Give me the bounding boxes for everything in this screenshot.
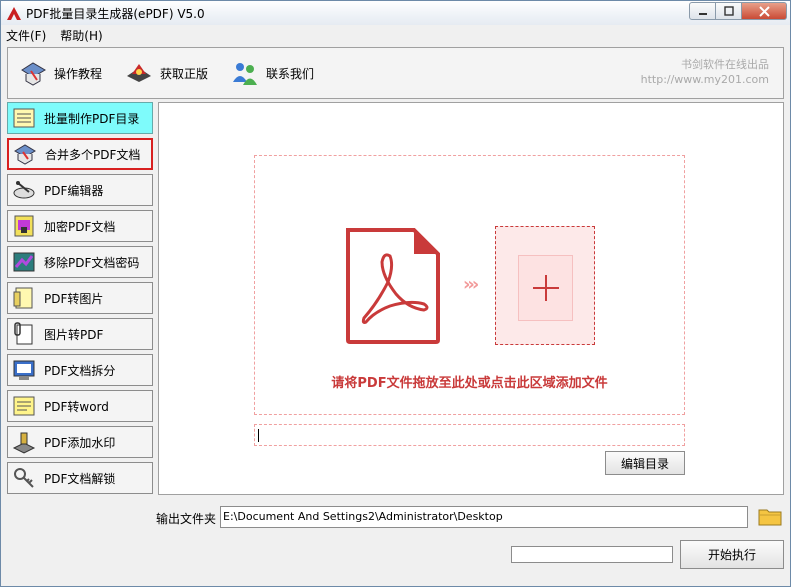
title-bar[interactable]: PDF批量目录生成器(ePDF) V5.0 xyxy=(1,1,790,25)
pdf-path-input[interactable] xyxy=(254,424,685,446)
minimize-icon xyxy=(698,13,707,15)
sidebar-item-label: 图片转PDF xyxy=(44,327,104,342)
pdf-to-word-icon xyxy=(13,396,35,416)
text-caret xyxy=(258,429,259,442)
minimize-button[interactable] xyxy=(689,2,716,20)
get-license-label: 获取正版 xyxy=(160,66,209,81)
image-to-pdf-icon xyxy=(14,322,33,345)
maximize-icon xyxy=(723,6,734,16)
sidebar-item-label: 合并多个PDF文档 xyxy=(45,147,141,162)
folder-icon[interactable] xyxy=(758,504,782,528)
plus-icon xyxy=(532,275,559,301)
add-file-tile[interactable] xyxy=(518,255,573,321)
get-license-button[interactable]: 获取正版 xyxy=(124,58,208,88)
output-folder-field[interactable]: E:\Document And Settings2\Administrator\… xyxy=(220,506,748,528)
sidebar-item-pdf-to-word[interactable]: PDF转word xyxy=(7,390,153,422)
notepad-icon xyxy=(13,108,35,128)
start-button[interactable]: 开始执行 xyxy=(680,540,784,569)
sidebar-item-add-watermark[interactable]: PDF添加水印 xyxy=(7,426,153,458)
sidebar-item-label: PDF编辑器 xyxy=(44,183,104,198)
editor-icon xyxy=(13,181,35,199)
contact-us-icon xyxy=(233,63,257,85)
sidebar-item-split-pdf[interactable]: PDF文档拆分 xyxy=(7,354,153,386)
sidebar-item-label: 批量制作PDF目录 xyxy=(44,111,140,126)
watermark-icon xyxy=(12,432,36,454)
progress-bar xyxy=(511,546,673,563)
menu-bar: 文件(F) 帮助(H) xyxy=(1,26,790,45)
sidebar-item-label: 加密PDF文档 xyxy=(44,219,116,234)
unlock-icon xyxy=(14,468,34,488)
merge-icon xyxy=(14,144,36,165)
sidebar-item-remove-password[interactable]: 移除PDF文档密码 xyxy=(7,246,153,278)
edit-toc-button[interactable]: 编辑目录 xyxy=(605,451,685,475)
sidebar-item-label: PDF转word xyxy=(44,399,109,414)
encrypt-icon xyxy=(14,215,34,237)
output-folder-label: 输出文件夹 xyxy=(156,512,217,526)
brand-url: http://www.my201.com xyxy=(640,73,769,86)
tutorial-button[interactable]: 操作教程 xyxy=(18,58,102,88)
sidebar-item-image-to-pdf[interactable]: 图片转PDF xyxy=(7,318,153,350)
sidebar-item-encrypt-pdf[interactable]: 加密PDF文档 xyxy=(7,210,153,242)
close-button[interactable] xyxy=(742,2,787,20)
menu-file[interactable]: 文件(F) xyxy=(6,27,46,44)
sidebar-item-pdf-editor[interactable]: PDF编辑器 xyxy=(7,174,153,206)
sidebar-item-label: PDF文档拆分 xyxy=(44,363,116,378)
pdf-to-image-icon xyxy=(13,287,33,309)
sidebar-item-label: PDF文档解锁 xyxy=(44,471,116,486)
sidebar-item-merge-pdf[interactable]: 合并多个PDF文档 xyxy=(7,138,153,170)
app-logo-icon xyxy=(7,7,21,20)
sidebar-item-pdf-to-image[interactable]: PDF转图片 xyxy=(7,282,153,314)
sidebar-item-batch-toc[interactable]: 批量制作PDF目录 xyxy=(7,102,153,134)
window-title: PDF批量目录生成器(ePDF) V5.0 xyxy=(26,7,205,21)
contact-us-label: 联系我们 xyxy=(266,66,315,81)
file-drop-zone[interactable]: ››› 请将PDF文件拖放至此处或点击此区域添加文件 xyxy=(254,155,685,415)
app-window: PDF批量目录生成器(ePDF) V5.0 文件(F) 帮助(H) 操作教程 获… xyxy=(0,0,791,587)
menu-help[interactable]: 帮助(H) xyxy=(60,27,102,44)
add-file-area[interactable] xyxy=(495,226,595,345)
sidebar-item-label: PDF转图片 xyxy=(44,291,104,306)
arrows-indicator: ››› xyxy=(463,274,479,295)
split-icon xyxy=(13,360,35,380)
drop-instruction: 请将PDF文件拖放至此处或点击此区域添加文件 xyxy=(331,376,608,391)
tutorial-icon xyxy=(21,62,46,86)
brand-name: 书剑软件在线出品 xyxy=(681,58,769,71)
pdf-file-icon xyxy=(346,228,440,344)
sidebar-item-label: PDF添加水印 xyxy=(44,435,116,450)
sidebar-item-unlock-pdf[interactable]: PDF文档解锁 xyxy=(7,462,153,494)
window-controls xyxy=(689,2,787,20)
maximize-button[interactable] xyxy=(716,2,742,20)
brand-text: 书剑软件在线出品 http://www.my201.com xyxy=(641,57,769,87)
contact-us-button[interactable]: 联系我们 xyxy=(230,58,314,88)
toolbar: 操作教程 获取正版 联系我们 书剑软件在线出品 http://www.my201… xyxy=(7,47,784,99)
remove-password-icon xyxy=(13,252,35,272)
get-license-icon xyxy=(127,64,151,82)
close-icon xyxy=(758,5,770,17)
tutorial-label: 操作教程 xyxy=(54,66,103,81)
main-panel: ››› 请将PDF文件拖放至此处或点击此区域添加文件 编辑目录 xyxy=(158,102,784,495)
sidebar-item-label: 移除PDF文档密码 xyxy=(44,255,140,270)
